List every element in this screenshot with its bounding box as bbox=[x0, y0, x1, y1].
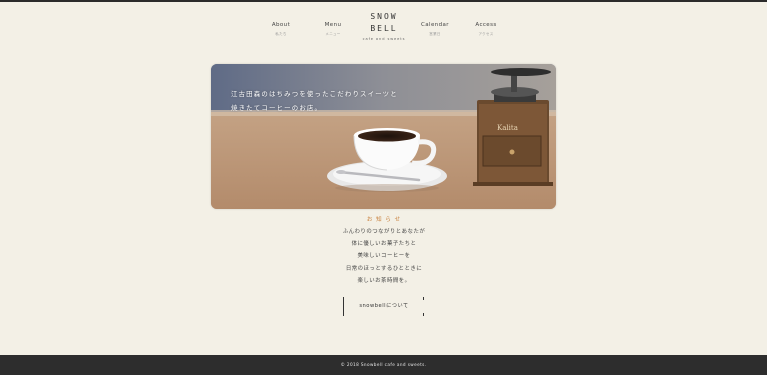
site-logo[interactable]: SNOW BELL cafe and sweets bbox=[351, 11, 417, 41]
top-border bbox=[0, 0, 767, 2]
nav-item-calendar[interactable]: Calendar 営業日 bbox=[415, 22, 455, 37]
grinder-brand-mark: Kalita bbox=[497, 124, 518, 132]
nav-item-access[interactable]: Access アクセス bbox=[466, 22, 506, 37]
hero-copy: 江古田森のはちみつを使ったこだわりスイーツと 焼きたてコーヒーのお店。 bbox=[231, 87, 461, 115]
hero-copy-line-1: 江古田森のはちみつを使ったこだわりスイーツと bbox=[231, 90, 398, 98]
nav-calendar-label: Calendar bbox=[421, 22, 449, 28]
nav-access-sublabel: アクセス bbox=[478, 32, 494, 36]
about-snowbell-button[interactable]: snowbellについて bbox=[343, 297, 424, 316]
logo-tagline: cafe and sweets bbox=[362, 37, 406, 41]
about-button-label: snowbellについて bbox=[359, 303, 409, 309]
nav-access-label: Access bbox=[475, 22, 497, 28]
nav-calendar-sublabel: 営業日 bbox=[429, 32, 441, 36]
intro-line: 日常のほっとするひとときに bbox=[345, 265, 423, 272]
intro-title: お 知 ら せ bbox=[366, 217, 402, 223]
intro-line: 美味しいコーヒーを bbox=[357, 253, 411, 260]
intro-line: 体に優しいお菓子たちと bbox=[351, 241, 417, 248]
nav-menu-label: Menu bbox=[324, 22, 342, 28]
button-corner-mark bbox=[423, 313, 424, 316]
nav-item-menu[interactable]: Menu メニュー bbox=[313, 22, 353, 37]
nav-about-sublabel: 私たち bbox=[275, 32, 287, 36]
logo-word-snow: SNOW bbox=[370, 12, 398, 21]
nav-item-about[interactable]: About 私たち bbox=[261, 22, 301, 37]
copyright-text: © 2018 Snowbell cafe and sweets. bbox=[340, 362, 427, 367]
nav-menu-sublabel: メニュー bbox=[325, 32, 341, 36]
coffee-photo-illustration: Kalita bbox=[211, 64, 556, 209]
hero-copy-line-2: 焼きたてコーヒーのお店。 bbox=[231, 104, 323, 112]
intro-section: お 知 ら せ ふんわりのつながりとあなたが 体に優しいお菓子たちと 美味しいコ… bbox=[284, 215, 484, 287]
intro-line: ふんわりのつながりとあなたが bbox=[342, 229, 426, 235]
hero-image: Kalita 江古田森のはちみつを使ったこだわりスイーツと 焼きたてコーヒーのお… bbox=[211, 64, 556, 209]
intro-line: 楽しいお茶時間を。 bbox=[357, 277, 411, 284]
button-corner-mark bbox=[423, 297, 424, 300]
nav-about-label: About bbox=[271, 22, 291, 28]
logo-word-bell: BELL bbox=[370, 24, 398, 33]
site-footer: © 2018 Snowbell cafe and sweets. bbox=[0, 355, 767, 375]
